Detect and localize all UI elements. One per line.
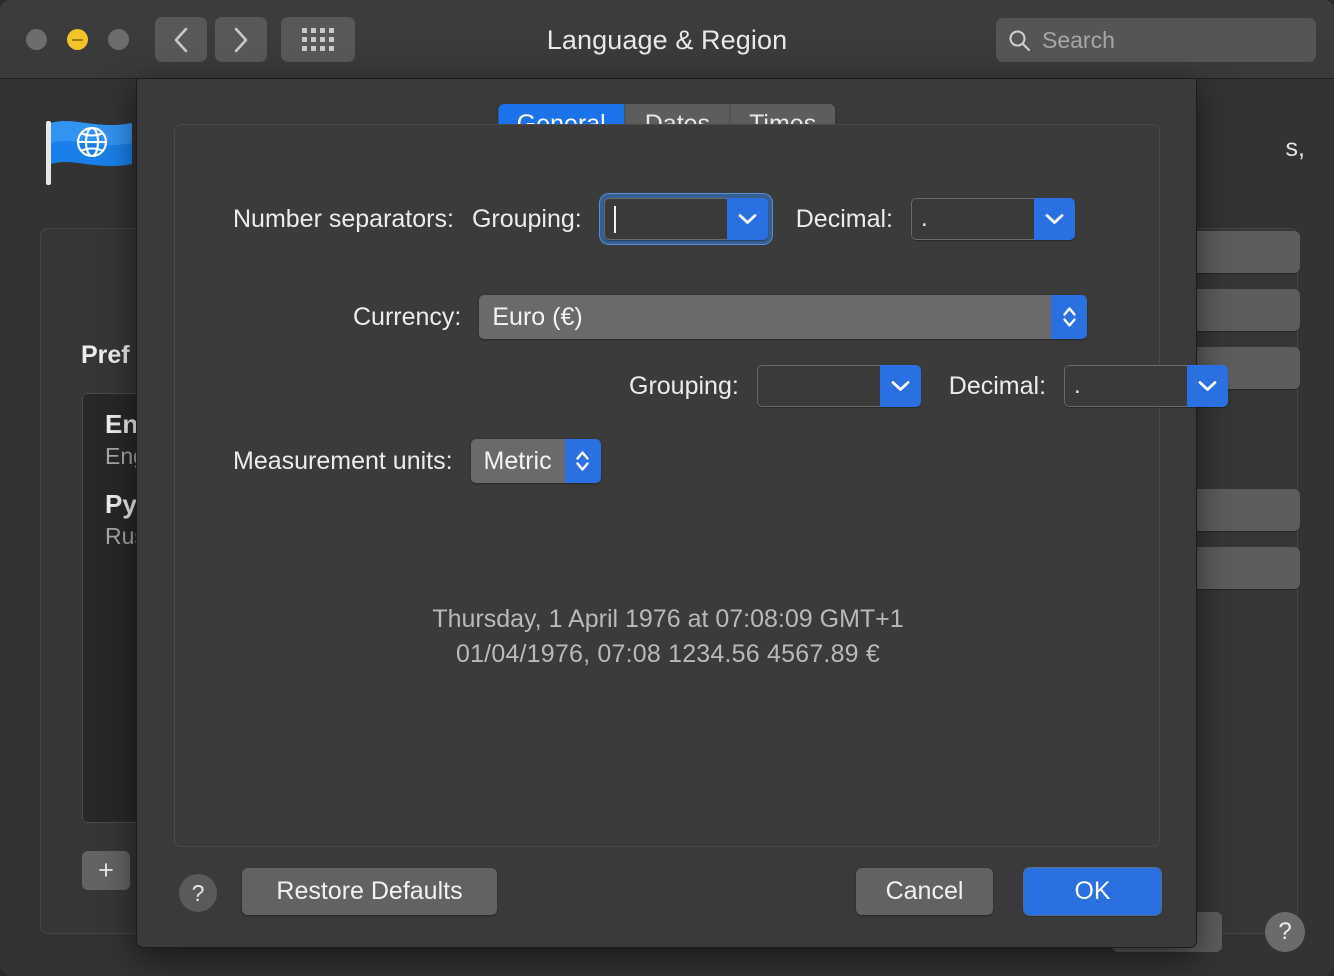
preview-line-2: 01/04/1976, 07:08 1234.56 4567.89 € — [455, 640, 881, 668]
currency-grouping-combobox[interactable] — [756, 365, 921, 407]
number-grouping-dropdown-button[interactable] — [726, 198, 768, 240]
add-language-button[interactable]: + — [82, 851, 130, 890]
restore-defaults-button[interactable]: Restore Defaults — [242, 868, 497, 915]
measurement-units-value: Metric — [470, 439, 565, 483]
advanced-settings-sheet: General Dates Times Number separators: G… — [136, 79, 1229, 948]
search-field[interactable]: Search — [996, 18, 1316, 62]
currency-value: Euro (€) — [479, 295, 1052, 339]
search-icon — [1009, 29, 1031, 51]
ok-button[interactable]: OK — [1024, 868, 1161, 915]
general-tab-panel: Number separators: Grouping: Decimal: . … — [174, 124, 1229, 847]
chevron-down-icon — [1198, 381, 1217, 391]
number-decimal-input[interactable]: . — [910, 198, 1034, 240]
text-cursor — [613, 205, 616, 233]
currency-grouping-input[interactable] — [756, 365, 880, 407]
format-preview: Thursday, 1 April 1976 at 07:08:09 GMT+1… — [175, 605, 1161, 669]
number-decimal-label: Decimal: — [795, 204, 893, 233]
number-grouping-combobox[interactable] — [603, 198, 768, 240]
number-grouping-input[interactable] — [603, 198, 727, 240]
measurement-units-popup-button[interactable]: Metric — [470, 439, 601, 483]
currency-separators-row: Grouping: Decimal: . — [629, 365, 1229, 407]
number-grouping-focus-ring — [599, 194, 772, 244]
currency-grouping-label: Grouping: — [629, 371, 739, 400]
number-decimal-dropdown-button[interactable] — [1033, 198, 1075, 240]
currency-decimal-input[interactable]: . — [1064, 365, 1188, 407]
number-separators-label: Number separators: — [233, 204, 454, 233]
cancel-button[interactable]: Cancel — [856, 868, 993, 915]
number-grouping-label: Grouping: — [471, 204, 582, 233]
chevron-down-icon — [1045, 214, 1064, 224]
sheet-footer: ? Restore Defaults Cancel OK — [137, 846, 1198, 947]
chevron-up-down-icon — [1063, 307, 1076, 327]
currency-decimal-combobox[interactable]: . — [1064, 365, 1229, 407]
panel-title: Pref — [81, 341, 130, 369]
preview-line-1: Thursday, 1 April 1976 at 07:08:09 GMT+1 — [432, 605, 904, 633]
chevron-down-icon — [891, 381, 910, 391]
flag-globe-icon — [46, 120, 132, 185]
window-help-button[interactable]: ? — [1265, 912, 1305, 952]
currency-row: Currency: Euro (€) — [353, 295, 1088, 339]
chevron-down-icon — [738, 214, 757, 224]
currency-stepper[interactable] — [1051, 295, 1088, 339]
screen: Language & Region Search s, Pref Eng Eng… — [0, 0, 1334, 976]
measurement-units-label: Measurement units: — [233, 446, 453, 475]
number-separators-row: Number separators: Grouping: Decimal: . — [233, 194, 1075, 244]
currency-decimal-dropdown-button[interactable] — [1187, 365, 1229, 407]
window-titlebar: Language & Region Search — [0, 0, 1334, 79]
search-input-placeholder: Search — [1042, 26, 1115, 53]
currency-popup-button[interactable]: Euro (€) — [479, 295, 1088, 339]
measurement-units-stepper[interactable] — [564, 439, 601, 483]
chevron-up-down-icon — [576, 451, 589, 471]
measurement-units-row: Measurement units: Metric — [233, 439, 601, 483]
currency-decimal-label: Decimal: — [948, 371, 1047, 400]
sheet-help-button[interactable]: ? — [179, 874, 217, 912]
currency-label: Currency: — [353, 302, 462, 331]
currency-grouping-dropdown-button[interactable] — [879, 365, 921, 407]
number-decimal-combobox[interactable]: . — [910, 198, 1075, 240]
